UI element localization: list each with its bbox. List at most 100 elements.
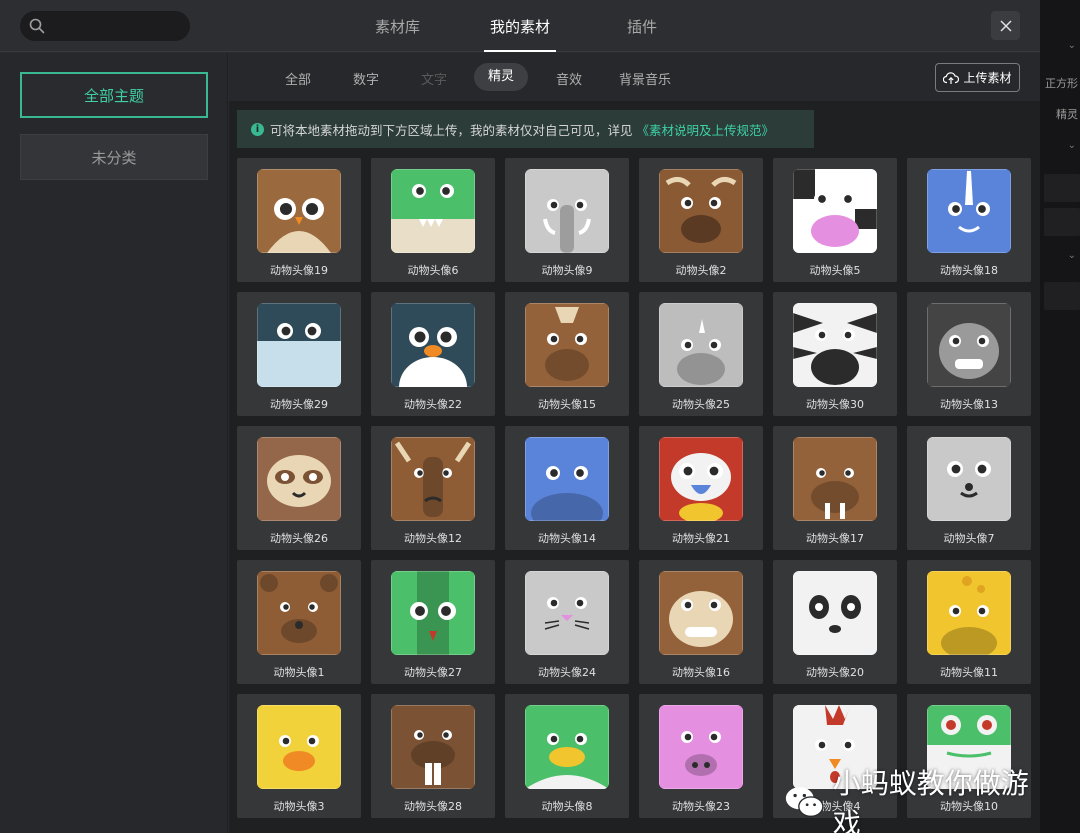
asset-card[interactable]: 动物头像28: [371, 694, 495, 818]
tab-material-library[interactable]: 素材库: [375, 16, 420, 37]
hippo-avatar-icon: [525, 437, 609, 521]
asset-card-label: 动物头像3: [273, 800, 325, 813]
asset-card[interactable]: 动物头像22: [371, 292, 495, 416]
zebra-avatar-icon: [793, 303, 877, 387]
asset-card-label: 动物头像27: [404, 666, 462, 679]
active-tab-indicator: [484, 50, 556, 52]
modal-header: 素材库 我的素材 插件: [0, 0, 1040, 52]
bg-field: [1044, 174, 1080, 202]
asset-card[interactable]: 动物头像1: [237, 560, 361, 684]
asset-card-label: 动物头像19: [270, 264, 328, 277]
horse-avatar-icon: [525, 303, 609, 387]
asset-card[interactable]: 动物头像26: [237, 426, 361, 550]
chevron-down-icon: ⌄: [1067, 140, 1076, 151]
subtab-background-music[interactable]: 背景音乐: [619, 69, 671, 88]
crocodile-avatar-icon: [391, 169, 475, 253]
asset-card[interactable]: 动物头像23: [639, 694, 763, 818]
asset-card[interactable]: 动物头像19: [237, 158, 361, 282]
moose-avatar-icon: [391, 437, 475, 521]
asset-card[interactable]: 动物头像20: [773, 560, 897, 684]
pig-avatar-icon: [659, 705, 743, 789]
asset-card[interactable]: 动物头像6: [371, 158, 495, 282]
subtab-all[interactable]: 全部: [285, 69, 311, 88]
asset-card[interactable]: 动物头像8: [505, 694, 629, 818]
close-icon: [999, 19, 1012, 32]
asset-card-label: 动物头像2: [675, 264, 727, 277]
asset-card[interactable]: 动物头像15: [505, 292, 629, 416]
subtab-sound-effects[interactable]: 音效: [556, 69, 582, 88]
watermark-text: 小蚂蚁教你做游戏: [832, 767, 1029, 833]
category-tabs: 全部 数字 文字 精灵 音效 背景音乐 上传素材: [229, 53, 1040, 101]
asset-card-label: 动物头像18: [940, 264, 998, 277]
asset-card[interactable]: 动物头像24: [505, 560, 629, 684]
asset-card[interactable]: 动物头像16: [639, 560, 763, 684]
subtab-sprites[interactable]: 精灵: [474, 63, 529, 91]
sidebar-item-uncategorized[interactable]: 未分类: [20, 134, 208, 180]
duck-avatar-icon: [525, 705, 609, 789]
chevron-down-icon: ⌄: [1067, 40, 1076, 51]
cow-avatar-icon: [793, 169, 877, 253]
asset-card-label: 动物头像22: [404, 398, 462, 411]
asset-card-label: 动物头像12: [404, 532, 462, 545]
tab-plugins[interactable]: 插件: [627, 16, 657, 37]
asset-card-label: 动物头像7: [943, 532, 995, 545]
asset-card[interactable]: 动物头像29: [237, 292, 361, 416]
close-button[interactable]: [991, 11, 1020, 40]
asset-card[interactable]: 动物头像7: [907, 426, 1031, 550]
upload-button-label: 上传素材: [963, 71, 1012, 85]
asset-card-label: 动物头像30: [806, 398, 864, 411]
search-input[interactable]: [54, 16, 179, 36]
subtab-text[interactable]: 文字: [421, 69, 447, 88]
chevron-down-icon: ⌄: [1067, 250, 1076, 261]
subtab-numbers[interactable]: 数字: [353, 69, 379, 88]
rabbit-avatar-icon: [525, 571, 609, 655]
sidebar-item-all-themes[interactable]: 全部主题: [20, 72, 208, 118]
asset-card[interactable]: 动物头像3: [237, 694, 361, 818]
asset-card[interactable]: 动物头像5: [773, 158, 897, 282]
asset-card-label: 动物头像23: [672, 800, 730, 813]
bg-field: [1044, 208, 1080, 236]
parrot-avatar-icon: [659, 437, 743, 521]
gorilla-avatar-icon: [927, 303, 1011, 387]
asset-card-label: 动物头像9: [541, 264, 593, 277]
upload-notice: i 可将本地素材拖动到下方区域上传，我的素材仅对自己可见，详见 《素材说明及上传…: [237, 110, 814, 148]
asset-card[interactable]: 动物头像9: [505, 158, 629, 282]
bg-field: [1044, 282, 1080, 310]
info-icon: i: [251, 122, 264, 136]
asset-card[interactable]: 动物头像27: [371, 560, 495, 684]
asset-card[interactable]: 动物头像13: [907, 292, 1031, 416]
asset-card[interactable]: 动物头像14: [505, 426, 629, 550]
asset-card[interactable]: 动物头像25: [639, 292, 763, 416]
asset-card[interactable]: 动物头像21: [639, 426, 763, 550]
asset-card-label: 动物头像28: [404, 800, 462, 813]
asset-card-label: 动物头像8: [541, 800, 593, 813]
bg-label-shape: 正方形: [1045, 77, 1078, 90]
asset-card[interactable]: 动物头像18: [907, 158, 1031, 282]
elephant-avatar-icon: [525, 169, 609, 253]
asset-card-label: 动物头像11: [940, 666, 998, 679]
seal-avatar-icon: [927, 437, 1011, 521]
asset-card-label: 动物头像14: [538, 532, 596, 545]
walrus-avatar-icon: [793, 437, 877, 521]
asset-card-label: 动物头像20: [806, 666, 864, 679]
upload-button[interactable]: 上传素材: [935, 63, 1020, 92]
search-box[interactable]: [20, 11, 190, 41]
asset-card[interactable]: 动物头像17: [773, 426, 897, 550]
asset-card-label: 动物头像25: [672, 398, 730, 411]
notice-link[interactable]: 《素材说明及上传规范》: [637, 120, 775, 139]
snake-avatar-icon: [391, 571, 475, 655]
tab-my-materials[interactable]: 我的素材: [490, 16, 550, 37]
asset-card-label: 动物头像26: [270, 532, 328, 545]
background-app-panel: ⌄ 正方形 精灵 ⌄ ⌄: [1040, 0, 1080, 833]
narwhal-avatar-icon: [927, 169, 1011, 253]
asset-card[interactable]: 动物头像11: [907, 560, 1031, 684]
asset-card[interactable]: 动物头像2: [639, 158, 763, 282]
watermark: 小蚂蚁教你做游戏: [784, 762, 1040, 833]
asset-card-label: 动物头像1: [273, 666, 325, 679]
chick-avatar-icon: [257, 705, 341, 789]
asset-card-label: 动物头像5: [809, 264, 861, 277]
beaver-avatar-icon: [391, 705, 475, 789]
asset-card[interactable]: 动物头像12: [371, 426, 495, 550]
whale-avatar-icon: [257, 303, 341, 387]
asset-card[interactable]: 动物头像30: [773, 292, 897, 416]
